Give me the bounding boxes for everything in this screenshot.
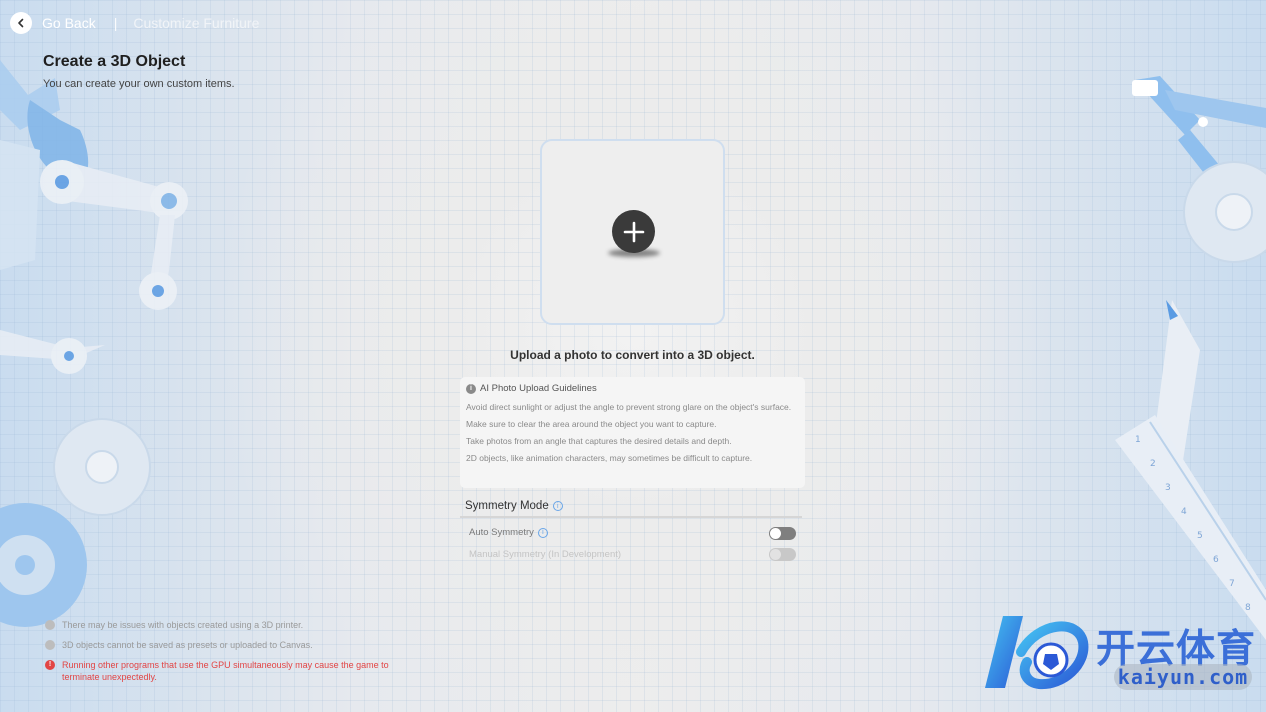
- guidelines-header: i AI Photo Upload Guidelines: [466, 383, 799, 394]
- notes-list: There may be issues with objects created…: [45, 619, 425, 691]
- breadcrumb-customize-furniture[interactable]: Customize Furniture: [133, 15, 259, 31]
- guidelines-list: Avoid direct sunlight or adjust the angl…: [466, 402, 799, 464]
- guideline-item: Take photos from an angle that captures …: [466, 436, 732, 446]
- auto-symmetry-toggle[interactable]: [769, 527, 796, 540]
- symmetry-mode-heading: Symmetry Mode i: [465, 500, 563, 512]
- auto-symmetry-row: Auto Symmetry i: [469, 527, 548, 538]
- warning-text: Running other programs that use the GPU …: [62, 660, 389, 682]
- chevron-left-icon: [18, 18, 24, 28]
- breadcrumb-separator: |: [113, 15, 118, 31]
- symmetry-info-icon[interactable]: i: [552, 501, 563, 511]
- guidelines-title: AI Photo Upload Guidelines: [480, 383, 597, 394]
- guidelines-panel: i AI Photo Upload Guidelines Avoid direc…: [460, 377, 805, 488]
- plus-icon: [623, 221, 644, 242]
- svg-text:1: 1: [1135, 435, 1141, 445]
- svg-text:3: 3: [1165, 483, 1171, 493]
- svg-text:4: 4: [1181, 507, 1187, 517]
- back-button[interactable]: [10, 12, 32, 34]
- svg-text:2: 2: [1150, 459, 1156, 469]
- svg-text:6: 6: [1213, 555, 1219, 565]
- add-photo-button[interactable]: [612, 210, 655, 253]
- auto-symmetry-label: Auto Symmetry: [469, 527, 534, 538]
- upload-caption: Upload a photo to convert into a 3D obje…: [510, 348, 755, 362]
- manual-symmetry-row: Manual Symmetry (In Development): [469, 549, 621, 560]
- page-subtitle: You can create your own custom items.: [43, 78, 235, 90]
- symmetry-divider: [460, 516, 802, 518]
- guideline-item: Make sure to clear the area around the o…: [466, 419, 717, 429]
- svg-text:5: 5: [1197, 531, 1203, 541]
- note-text: 3D objects cannot be saved as presets or…: [62, 640, 313, 650]
- warning-icon: !: [45, 660, 55, 670]
- svg-text:7: 7: [1229, 579, 1235, 589]
- guideline-item: Avoid direct sunlight or adjust the angl…: [466, 402, 792, 412]
- note-item: There may be issues with objects created…: [45, 619, 425, 631]
- app-screen: 1 2 3 4 5 6 7 8 Go Back | Customize Furn…: [0, 0, 1266, 712]
- info-dot-icon: [45, 640, 55, 650]
- svg-text:8: 8: [1245, 603, 1251, 613]
- auto-symmetry-info-icon[interactable]: i: [537, 527, 548, 538]
- note-item: 3D objects cannot be saved as presets or…: [45, 639, 425, 651]
- symmetry-mode-title: Symmetry Mode: [465, 500, 549, 512]
- warning-note-item: ! Running other programs that use the GP…: [45, 659, 425, 683]
- info-icon: i: [466, 383, 476, 394]
- page-title: Create a 3D Object: [43, 53, 186, 70]
- go-back-link[interactable]: Go Back: [42, 15, 96, 31]
- watermark-url: kaiyun.com: [1114, 664, 1252, 690]
- manual-symmetry-label: Manual Symmetry (In Development): [469, 549, 622, 560]
- watermark-logo-icon: [985, 616, 1089, 690]
- manual-symmetry-toggle: [769, 548, 796, 561]
- toggle-knob: [770, 549, 781, 560]
- top-bar: Go Back | Customize Furniture: [10, 10, 259, 36]
- info-dot-icon: [45, 620, 55, 630]
- photo-upload-area[interactable]: [540, 139, 725, 325]
- toggle-knob: [770, 528, 781, 539]
- note-text: There may be issues with objects created…: [62, 620, 304, 630]
- guideline-item: 2D objects, like animation characters, m…: [466, 453, 753, 463]
